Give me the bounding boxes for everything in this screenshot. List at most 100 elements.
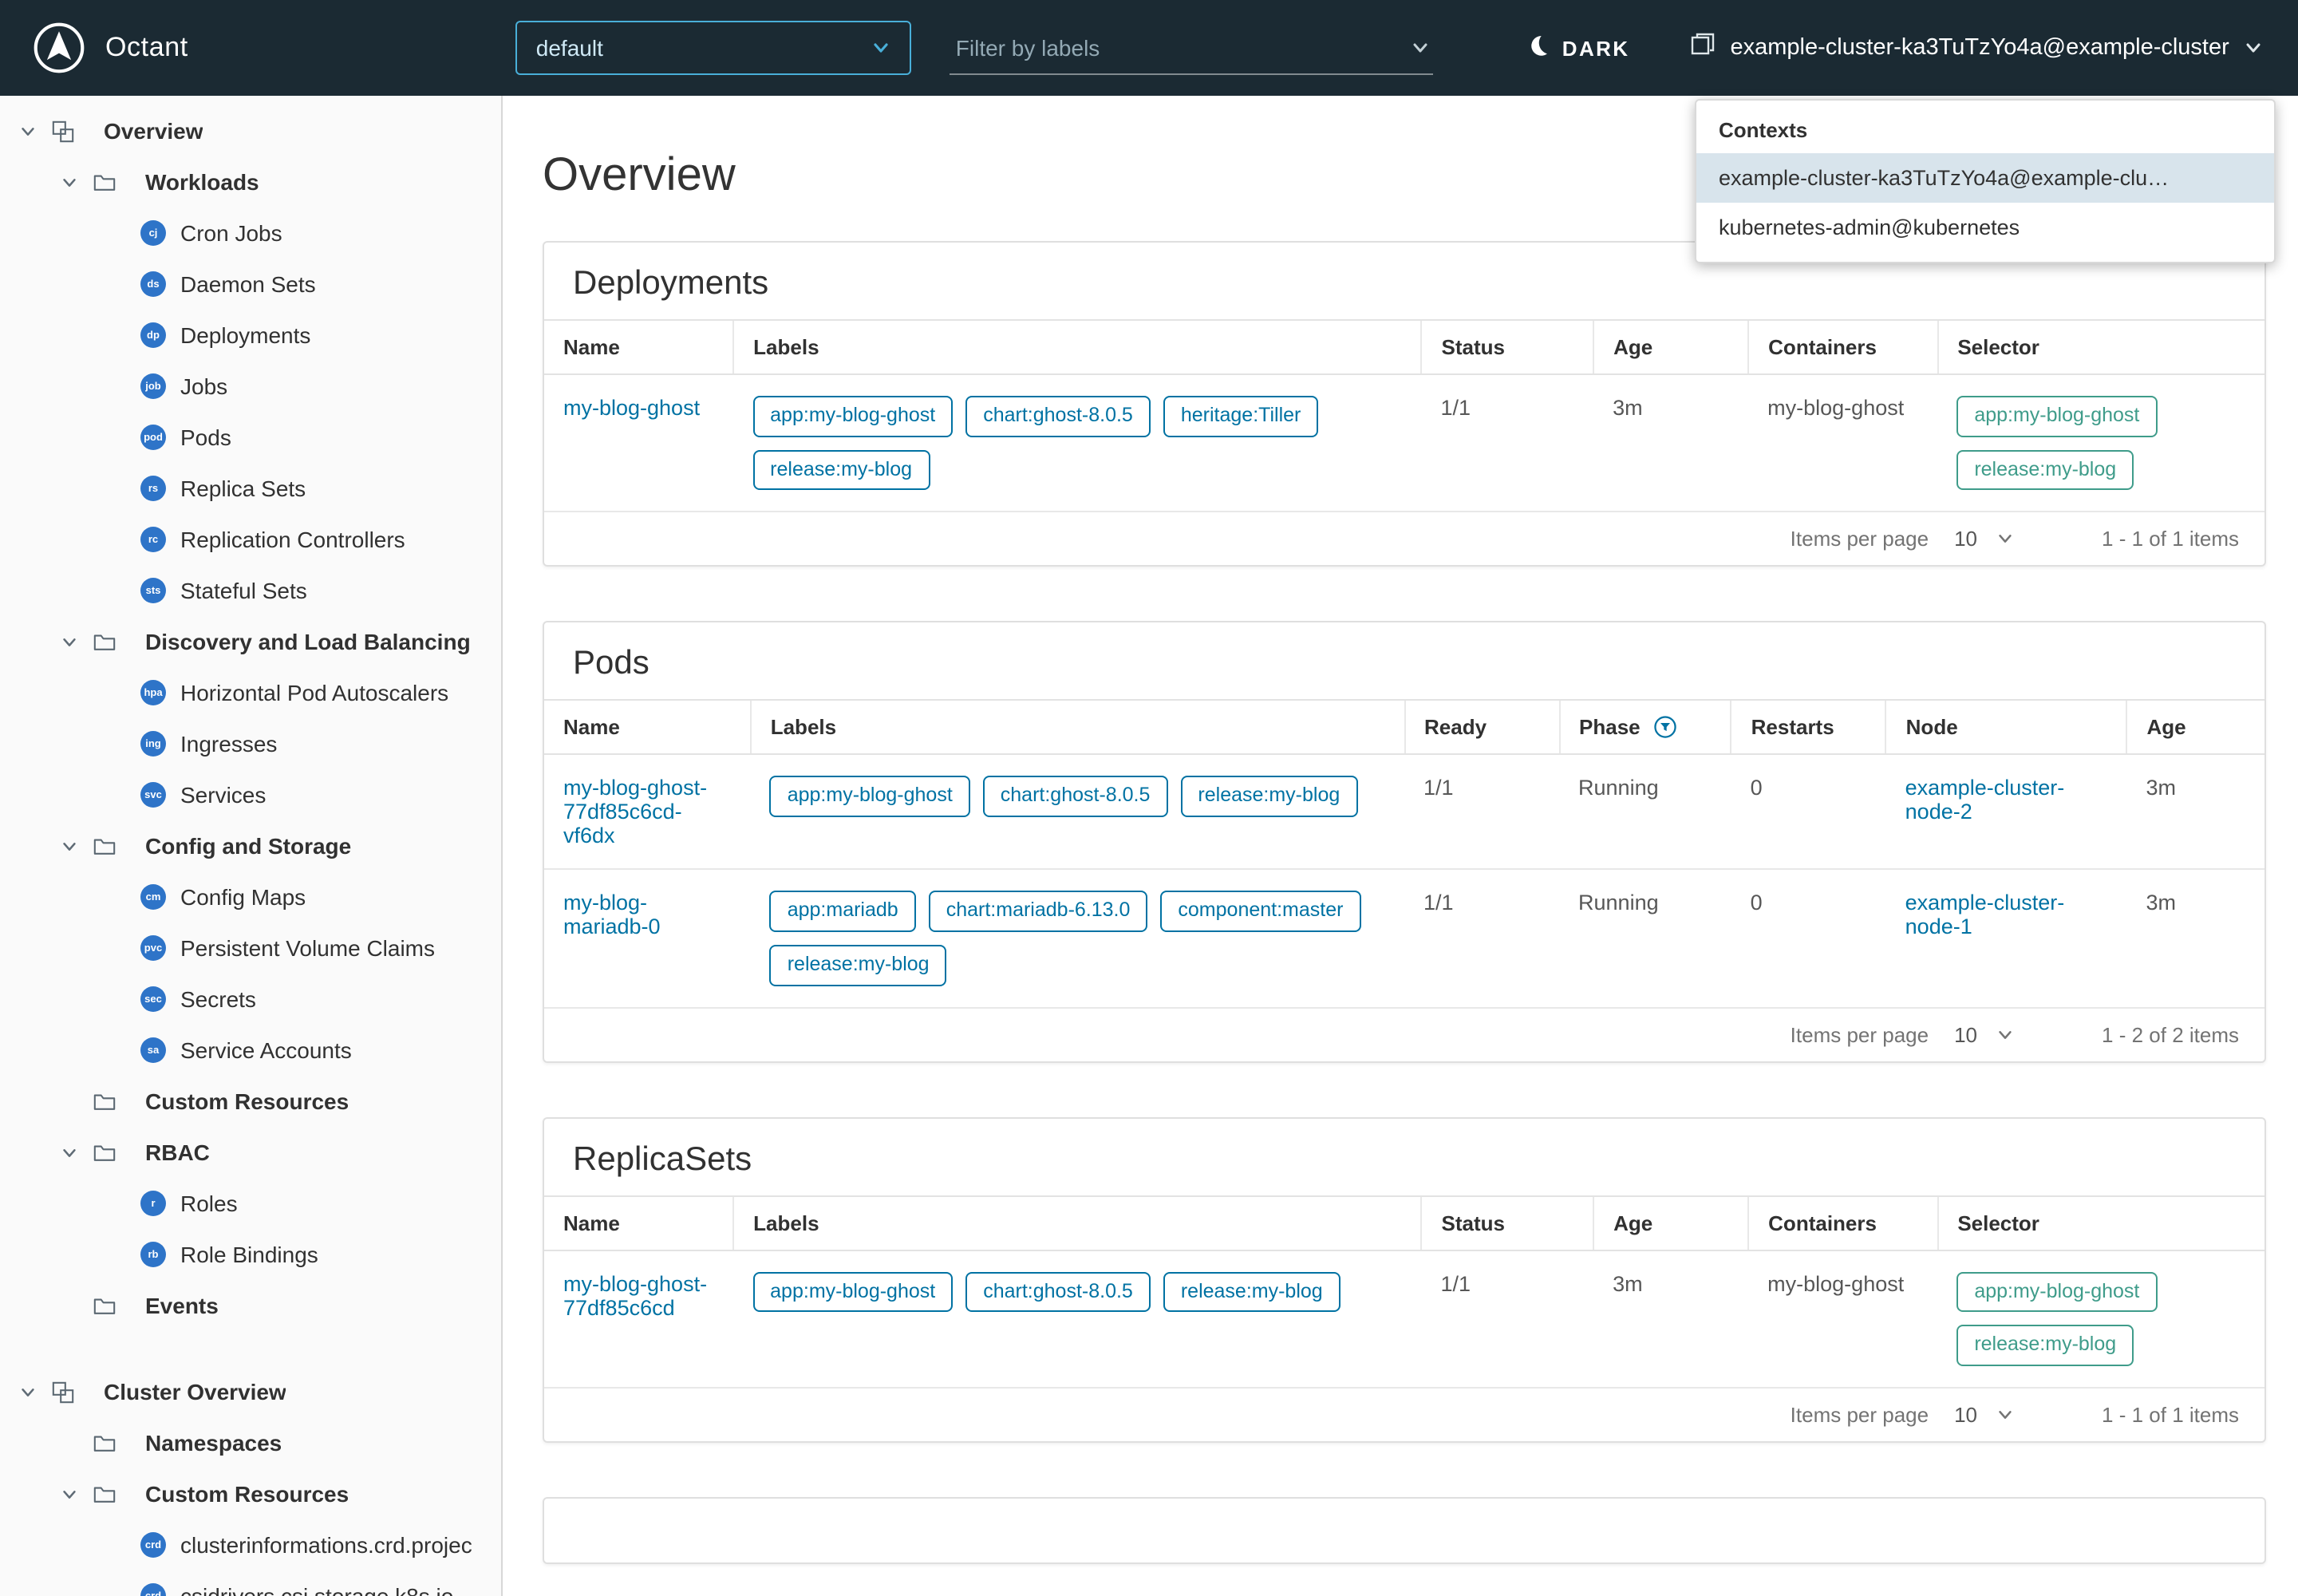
chevron-down-icon <box>61 837 93 855</box>
sidebar-item-secrets[interactable]: secSecrets <box>0 974 501 1025</box>
jobs-icon: job <box>140 373 166 399</box>
sidebar-item-label: Config Maps <box>180 884 306 910</box>
contexts-dropdown-title: Contexts <box>1696 101 2274 153</box>
node-link[interactable]: example-cluster-node-2 <box>1905 776 2065 824</box>
items-per-page-select[interactable]: 10 <box>1954 527 2014 551</box>
items-per-page-select[interactable]: 10 <box>1954 1022 2014 1046</box>
context-switcher[interactable]: example-cluster-ka3TuTzYo4a@example-clus… <box>1691 32 2263 64</box>
name-cell: my-blog-ghost-77df85c6cd-vf6dx <box>544 755 751 870</box>
objects-icon <box>51 119 89 143</box>
name-link[interactable]: my-blog-mariadb-0 <box>563 891 661 939</box>
labels-cell: app:mariadbchart:mariadb-6.13.0component… <box>751 870 1404 1007</box>
chevron-down-icon <box>61 633 93 650</box>
age-cell: 3m <box>2126 755 2264 870</box>
label-filter-input[interactable] <box>953 33 1401 61</box>
sidebar-item-label: Daemon Sets <box>180 271 316 297</box>
items-per-page-value: 10 <box>1954 1403 1977 1427</box>
octant-logo <box>32 21 86 75</box>
column-header-status: Status <box>1422 320 1594 374</box>
containers-cell: my-blog-ghost <box>1748 1250 1937 1387</box>
sidebar-item-discovery-and-load-balancing[interactable]: Discovery and Load Balancing <box>0 616 501 667</box>
context-item[interactable]: kubernetes-admin@kubernetes <box>1696 203 2274 252</box>
sidebar-item-stateful-sets[interactable]: stsStateful Sets <box>0 565 501 616</box>
items-per-page-select[interactable]: 10 <box>1954 1403 2014 1427</box>
sidebar-item-daemon-sets[interactable]: dsDaemon Sets <box>0 259 501 310</box>
stateful-sets-icon: sts <box>140 578 166 603</box>
sidebar-item-roles[interactable]: rRoles <box>0 1178 501 1229</box>
sidebar-item-label: Custom Resources <box>145 1481 349 1507</box>
sidebar-item-label: Replication Controllers <box>180 527 405 552</box>
roles-icon: r <box>140 1191 166 1216</box>
folder-icon <box>93 1294 131 1317</box>
folder-icon <box>93 170 131 194</box>
context-switcher-label: example-cluster-ka3TuTzYo4a@example-clus… <box>1731 35 2229 61</box>
context-item[interactable]: example-cluster-ka3TuTzYo4a@example-clu… <box>1696 153 2274 203</box>
status-value: 1/1 <box>1441 396 1471 420</box>
sidebar-item-label: Overview <box>104 118 203 144</box>
sidebar-item-cluster-overview[interactable]: Cluster Overview <box>0 1366 501 1417</box>
column-header-ready: Ready <box>1404 701 1559 755</box>
sidebar-item-namespaces[interactable]: Namespaces <box>0 1417 501 1468</box>
sidebar-item-services[interactable]: svcServices <box>0 769 501 820</box>
name-link[interactable]: my-blog-ghost-77df85c6cd <box>563 1271 707 1319</box>
sidebar-item-ingresses[interactable]: ingIngresses <box>0 718 501 769</box>
status-cell: 1/1 <box>1422 1250 1594 1387</box>
labels-cell: app:my-blog-ghostchart:ghost-8.0.5releas… <box>733 1250 1421 1387</box>
sidebar-item-events[interactable]: Events <box>0 1280 501 1331</box>
sidebar-item-role-bindings[interactable]: rbRole Bindings <box>0 1229 501 1280</box>
sidebar-item-overview[interactable]: Overview <box>0 105 501 156</box>
sidebar-item-config-maps[interactable]: cmConfig Maps <box>0 871 501 922</box>
age-value: 3m <box>2146 891 2176 915</box>
ready-cell: 1/1 <box>1404 870 1559 1007</box>
sidebar-item-custom-resources[interactable]: Custom Resources <box>0 1468 501 1519</box>
role-bindings-icon: rb <box>140 1242 166 1267</box>
restarts-cell: 0 <box>1731 870 1886 1007</box>
sidebar-item-clusterinformations-crd-projec[interactable]: crdclusterinformations.crd.projec <box>0 1519 501 1570</box>
sidebar-item-label: Cron Jobs <box>180 220 282 246</box>
age-cell: 3m <box>2126 870 2264 1007</box>
sidebar-item-service-accounts[interactable]: saService Accounts <box>0 1025 501 1076</box>
theme-toggle[interactable]: DARK <box>1526 34 1630 62</box>
sidebar-item-pods[interactable]: podPods <box>0 412 501 463</box>
label-chip: release:my-blog <box>752 449 930 490</box>
chevron-down-icon <box>61 173 93 191</box>
sidebar-item-label: Discovery and Load Balancing <box>145 629 471 654</box>
label-chip: chart:ghost-8.0.5 <box>965 1271 1151 1312</box>
label-chip: heritage:Tiller <box>1163 396 1319 437</box>
items-per-page-label: Items per page <box>1791 1022 1929 1046</box>
column-header-labels: Labels <box>751 701 1404 755</box>
sidebar-item-deployments[interactable]: dpDeployments <box>0 310 501 361</box>
chevron-down-icon[interactable] <box>1411 38 1430 57</box>
sidebar-item-persistent-volume-claims[interactable]: pvcPersistent Volume Claims <box>0 922 501 974</box>
sidebar-item-custom-resources[interactable]: Custom Resources <box>0 1076 501 1127</box>
sidebar-item-label: csidrivers.csi.storage.k8s.io <box>180 1583 453 1596</box>
sidebar-item-rbac[interactable]: RBAC <box>0 1127 501 1178</box>
sidebar-item-replica-sets[interactable]: rsReplica Sets <box>0 463 501 514</box>
sidebar-item-config-and-storage[interactable]: Config and Storage <box>0 820 501 871</box>
moon-icon <box>1526 34 1550 62</box>
name-link[interactable]: my-blog-ghost-77df85c6cd-vf6dx <box>563 776 707 848</box>
ready-value: 1/1 <box>1423 891 1454 915</box>
namespace-select[interactable]: default <box>515 21 911 75</box>
name-cell: my-blog-ghost <box>544 374 733 512</box>
label-chip: app:my-blog-ghost <box>752 396 953 437</box>
pods-card: Pods NameLabelsReadyPhaseRestartsNodeAge… <box>543 622 2266 1063</box>
replicasets-card: ReplicaSets NameLabelsStatusAgeContainer… <box>543 1116 2266 1443</box>
sidebar-item-horizontal-pod-autoscalers[interactable]: hpaHorizontal Pod Autoscalers <box>0 667 501 718</box>
csidrivers-csi-storage-k8s-io-icon: crd <box>140 1583 166 1596</box>
node-link[interactable]: example-cluster-node-1 <box>1905 891 2065 939</box>
column-header-status: Status <box>1422 1195 1594 1250</box>
funnel-icon[interactable] <box>1653 716 1677 740</box>
namespace-select-value: default <box>536 35 603 61</box>
sidebar-item-replication-controllers[interactable]: rcReplication Controllers <box>0 514 501 565</box>
label-chip: app:my-blog-ghost <box>770 776 970 817</box>
sidebar-item-csidrivers-csi-storage-k8s-io[interactable]: crd csidrivers.csi.storage.k8s.io <box>0 1570 501 1596</box>
sidebar-item-label: Horizontal Pod Autoscalers <box>180 680 448 705</box>
sidebar-item-workloads[interactable]: Workloads <box>0 156 501 207</box>
name-link[interactable]: my-blog-ghost <box>563 396 700 420</box>
sidebar-item-label: Service Accounts <box>180 1037 352 1063</box>
contexts-dropdown: Contexts example-cluster-ka3TuTzYo4a@exa… <box>1695 99 2276 263</box>
sidebar-item-cron-jobs[interactable]: cjCron Jobs <box>0 207 501 259</box>
sidebar-item-label: Workloads <box>145 169 259 195</box>
sidebar-item-jobs[interactable]: jobJobs <box>0 361 501 412</box>
